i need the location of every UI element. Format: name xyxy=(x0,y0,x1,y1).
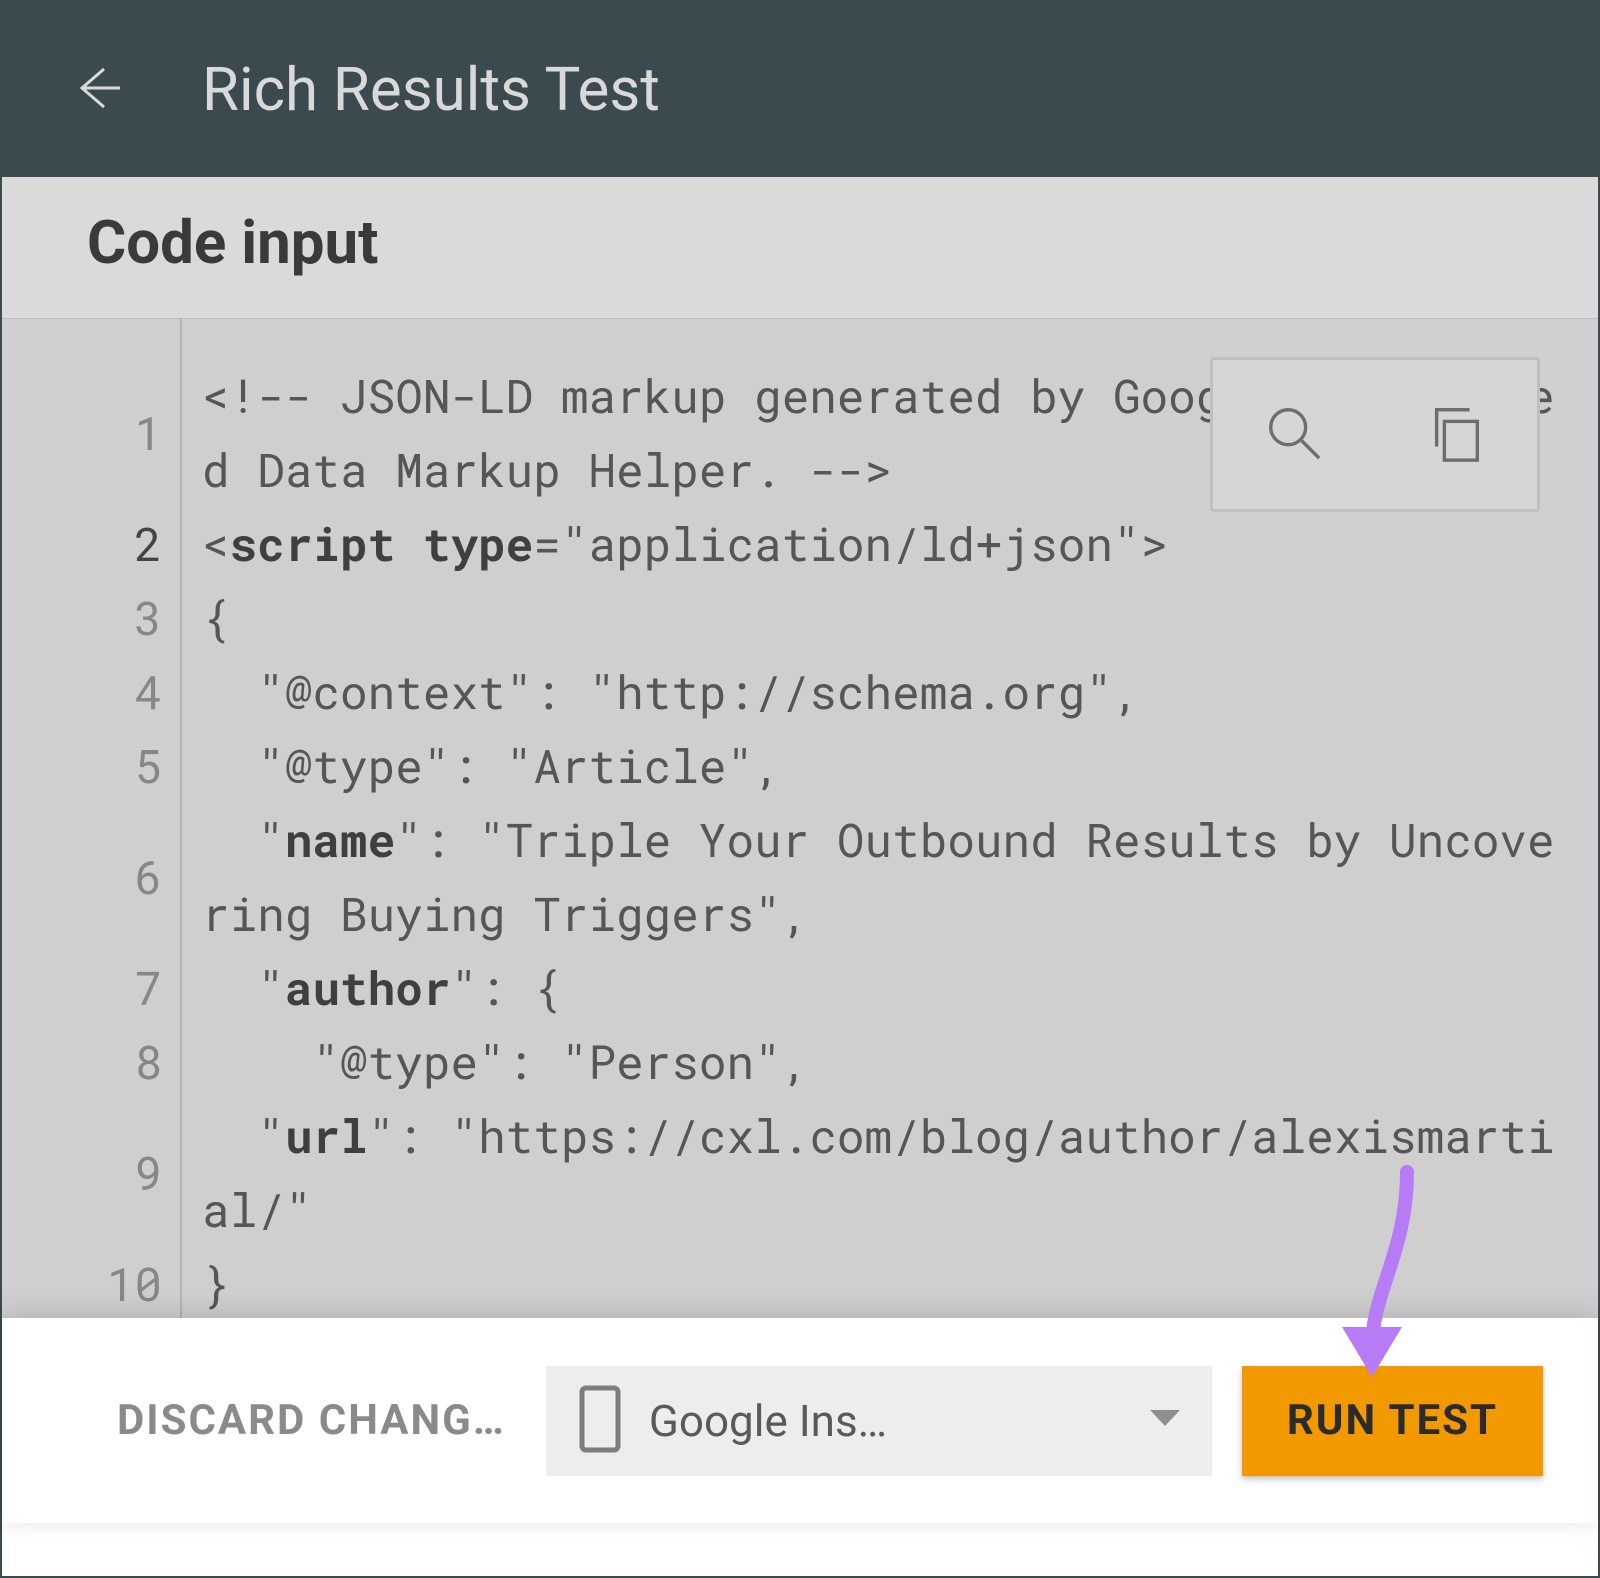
code-line: "name": "Triple Your Outbound Results by… xyxy=(202,803,1578,951)
code-line: "@context": "http://schema.org", xyxy=(202,655,1578,729)
line-number: 2 xyxy=(2,507,180,581)
code-line: "@type": "Person", xyxy=(202,1025,1578,1099)
run-test-button[interactable]: RUN TEST xyxy=(1242,1366,1543,1476)
section-header: Code input xyxy=(2,177,1598,318)
code-line: "author": { xyxy=(202,951,1578,1025)
line-number: 5 xyxy=(2,729,180,803)
footer-bar: DISCARD CHANG… Google Ins… RUN TEST xyxy=(2,1318,1598,1523)
line-number: 10 xyxy=(2,1247,180,1321)
code-line: <script type="application/ld+json"> xyxy=(202,507,1578,581)
code-line: { xyxy=(202,581,1578,655)
device-select[interactable]: Google Ins… xyxy=(546,1366,1212,1476)
app-header: Rich Results Test xyxy=(2,2,1598,177)
page-title: Rich Results Test xyxy=(202,54,660,125)
code-line: "@type": "Article", xyxy=(202,729,1578,803)
device-label: Google Ins… xyxy=(649,1395,1123,1447)
code-editor[interactable]: 12345678910 <!-- JSON-LD markup generate… xyxy=(2,318,1598,1318)
code-line: "url": "https://cxl.com/blog/author/alex… xyxy=(202,1099,1578,1247)
copy-icon[interactable] xyxy=(1425,402,1487,468)
line-number: 9 xyxy=(2,1099,180,1247)
back-arrow-icon xyxy=(72,63,122,117)
line-gutter: 12345678910 xyxy=(2,319,182,1318)
smartphone-icon xyxy=(576,1384,624,1458)
line-number: 7 xyxy=(2,951,180,1025)
code-toolbar xyxy=(1210,357,1540,512)
line-number: 4 xyxy=(2,655,180,729)
search-icon[interactable] xyxy=(1263,402,1325,468)
back-button[interactable] xyxy=(62,55,132,125)
code-line: } xyxy=(202,1247,1578,1318)
chevron-down-icon xyxy=(1148,1408,1182,1434)
line-number: 6 xyxy=(2,803,180,951)
line-number: 3 xyxy=(2,581,180,655)
section-title: Code input xyxy=(87,207,1538,278)
line-number: 1 xyxy=(2,359,180,507)
discard-button[interactable]: DISCARD CHANG… xyxy=(117,1396,506,1445)
line-number: 8 xyxy=(2,1025,180,1099)
